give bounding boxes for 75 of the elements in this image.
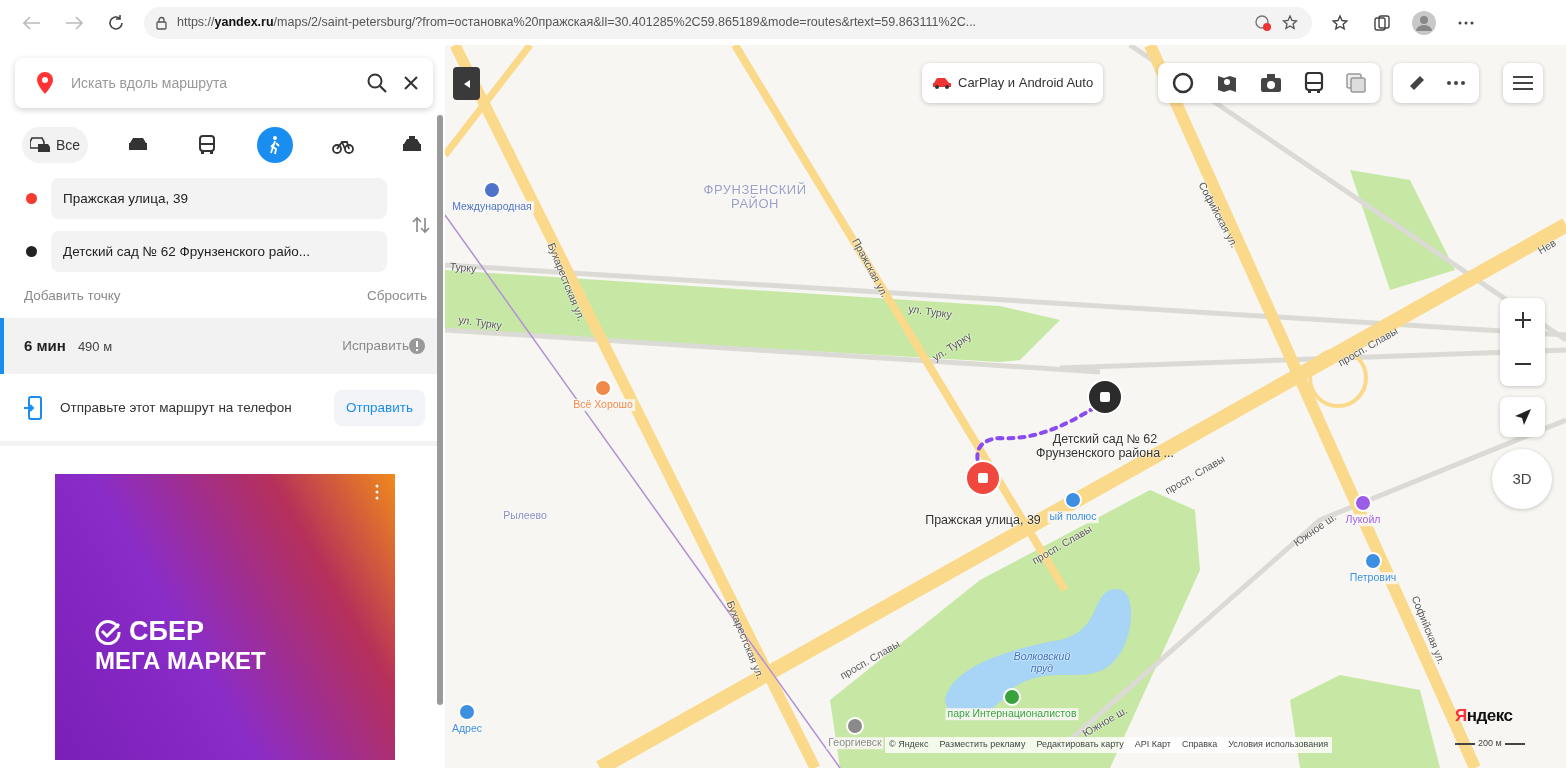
street-label: Турку	[449, 261, 477, 275]
footer-link[interactable]: API Карт	[1134, 738, 1171, 752]
more-icon	[1458, 20, 1474, 25]
collapse-button[interactable]	[453, 67, 480, 100]
footer-link[interactable]: Разместить рекламу	[939, 738, 1026, 752]
send-route-text: Отправьте этот маршрут на телефон	[60, 399, 293, 416]
ad-brand-text: СБЕР	[129, 618, 204, 646]
footer-link[interactable]: Редактировать карту	[1036, 738, 1124, 752]
location-arrow-icon	[1513, 408, 1532, 426]
poi-label: ый полюс	[1047, 511, 1099, 523]
star-add-icon	[1282, 13, 1300, 32]
poi-label: парк Интернационалистов	[945, 708, 1079, 720]
street-label: ул. Турку	[457, 314, 503, 332]
marker-label: Пражская улица, 39	[925, 513, 1041, 528]
info-icon	[409, 338, 425, 355]
route-distance: 490 м	[77, 337, 114, 356]
plus-icon	[1514, 312, 1531, 328]
pin-icon	[37, 72, 53, 94]
route-duration: 6 мин	[24, 336, 66, 356]
more-icon[interactable]	[375, 484, 379, 501]
close-icon[interactable]	[403, 75, 419, 91]
reset-link[interactable]: Сбросить	[367, 286, 427, 307]
collections-icon	[1373, 13, 1391, 32]
vehicles-mode-tab[interactable]: Все	[22, 127, 89, 163]
layers-icon	[1346, 73, 1366, 93]
reload-icon	[107, 13, 125, 32]
place-label: Рылеево	[503, 510, 547, 522]
right-arrow-icon	[65, 15, 83, 30]
phone-icon	[24, 395, 42, 420]
footer-link[interactable]: Условия использования	[1228, 738, 1329, 752]
walking-person-mode-tab[interactable]	[257, 127, 294, 163]
more-icon	[1447, 81, 1465, 85]
scale-text: 200 м	[1478, 737, 1502, 750]
blocked-icon	[1254, 13, 1272, 32]
poi-label: Петрович	[1347, 572, 1399, 584]
poi-label: Международная	[450, 201, 534, 213]
address-bar[interactable]: https://yandex.ru/maps/2/saint-petersburg/?from=остановка%20пражская&ll=30.401285%2C59.865189&mode=routes&rtext=59.863111%2C...	[144, 6, 1312, 39]
advertisement-banner[interactable]: СБЕР МЕГА МАРКЕТ	[55, 474, 395, 761]
district-label: ФРУНЗЕНСКИЙ РАЙОН	[702, 182, 808, 212]
avatar-icon	[1412, 10, 1436, 35]
footer-link[interactable]: Справка	[1181, 738, 1218, 752]
star-icon	[1331, 13, 1349, 32]
swap-icon[interactable]	[411, 216, 431, 234]
footer-link[interactable]: © Яндекс	[889, 738, 929, 752]
minus-icon	[1514, 363, 1531, 365]
street-label: Нев	[1535, 237, 1559, 257]
check-circle-icon	[95, 618, 121, 645]
poi-label: Всё Хорошо	[571, 399, 635, 411]
profile-button[interactable]	[1410, 8, 1438, 37]
marker-label: Детский сад № 62 Фрунзенского района ...	[1035, 432, 1175, 461]
carplay-button[interactable]: CarPlay и Android Auto	[922, 63, 1104, 103]
poi-label: Георгиевск	[826, 737, 884, 749]
camera-icon	[1260, 73, 1282, 93]
add-point-link[interactable]: Добавить точку	[24, 286, 121, 307]
street-label: ул. Турку	[907, 303, 953, 321]
route-point-field[interactable]: Пражская улица, 39	[51, 178, 387, 219]
url-text: https://yandex.ru/maps/2/saint-petersburg/?from=остановка%20пражская&ll=30.401285%2C59.865189&mode=routes&rtext=59.863111%2C...	[177, 14, 977, 32]
route-point-field[interactable]: Детский сад № 62 Фрунзенского райо...	[51, 231, 387, 272]
route-option[interactable]: 6 мин 490 м Исправить	[0, 318, 437, 375]
vehicles-icon	[30, 135, 52, 155]
poi-label: Адрес	[449, 723, 485, 735]
bus-icon	[1304, 72, 1324, 94]
left-triangle-icon	[463, 79, 470, 88]
pond-label: Волковский пруд	[1012, 651, 1072, 675]
map-logo: Яндекс	[1455, 705, 1513, 727]
menu-icon	[1513, 76, 1533, 90]
search-icon[interactable]	[367, 73, 387, 93]
car-icon	[932, 77, 952, 89]
ring-icon	[1172, 72, 1194, 94]
lock-icon	[156, 15, 167, 30]
ad-brand-text: МЕГА МАРКЕТ	[95, 649, 267, 674]
scrollbar[interactable]	[437, 115, 443, 705]
left-arrow-icon	[23, 15, 41, 30]
search-field[interactable]: Искать вдоль маршрута	[69, 71, 351, 95]
poi-label: Лукойл	[1343, 514, 1383, 526]
